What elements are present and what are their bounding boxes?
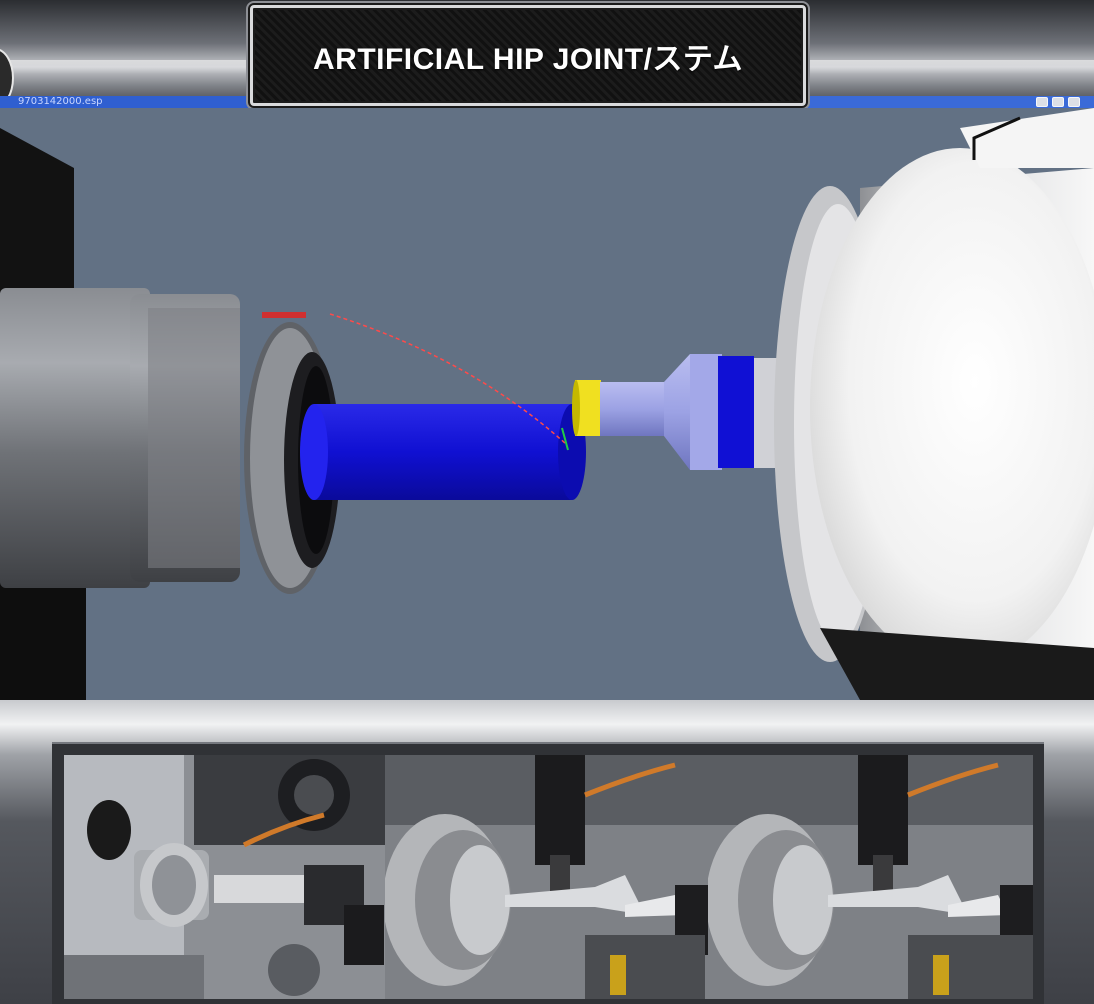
title-plate: ARTIFICIAL HIP JOINT/ステム: [250, 5, 806, 106]
page-title: ARTIFICIAL HIP JOINT/ステム: [312, 42, 744, 76]
lathe-overview-photo: [64, 755, 385, 999]
simulation-viewport[interactable]: [0, 108, 1094, 700]
minimize-icon[interactable]: [1036, 97, 1048, 107]
window-caption: 9703142000.esp: [18, 96, 103, 107]
window-titlebar-right: [806, 96, 1094, 108]
stem-machining-photo-2: [708, 755, 1033, 999]
stem-machining-photo-1: [385, 755, 708, 999]
close-icon[interactable]: [1068, 97, 1080, 107]
maximize-icon[interactable]: [1052, 97, 1064, 107]
lathe-simulation-graphic: [0, 108, 1094, 700]
